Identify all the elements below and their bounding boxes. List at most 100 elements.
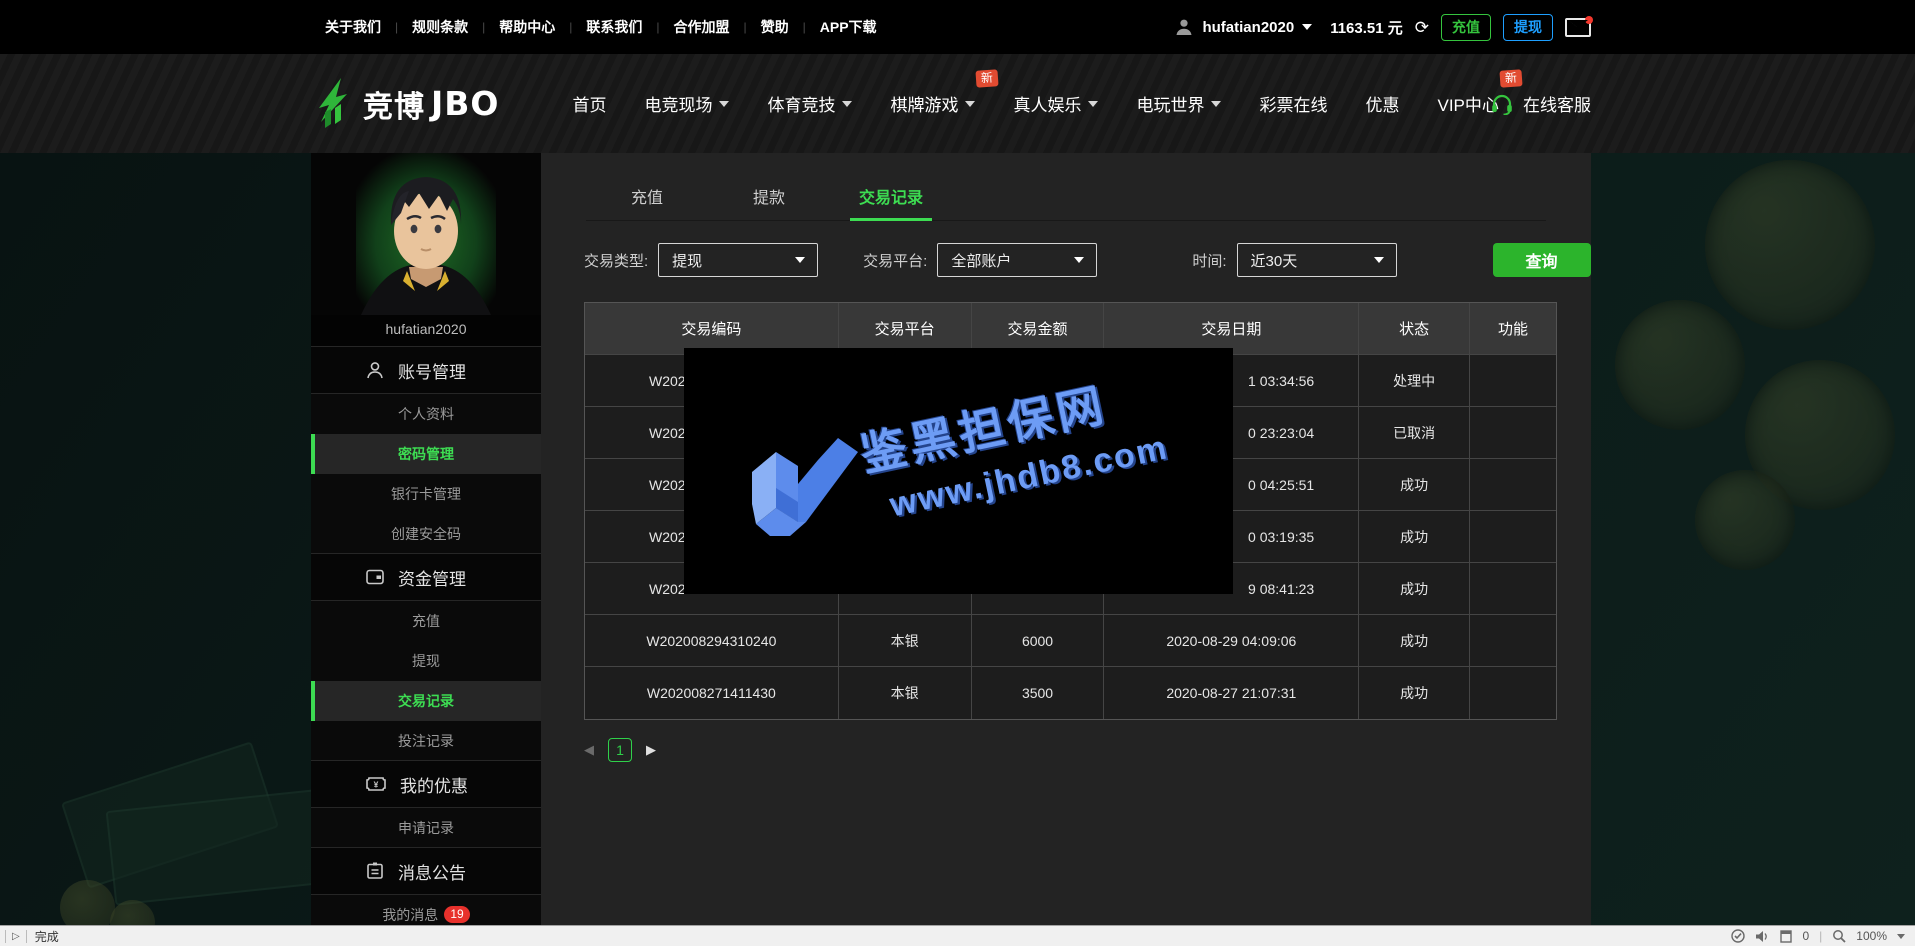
new-badge: 新 bbox=[1499, 69, 1522, 88]
sidebar-section-label: 资金管理 bbox=[398, 565, 466, 590]
sidebar-item-提现[interactable]: 提现 bbox=[311, 641, 541, 681]
speaker-icon[interactable] bbox=[1755, 930, 1770, 943]
filter-select[interactable]: 全部账户 bbox=[937, 243, 1097, 277]
table-cell: 成功 bbox=[1359, 511, 1470, 563]
nav-item-label: 电竞现场 bbox=[644, 91, 712, 116]
user-icon bbox=[365, 360, 385, 380]
notification-dot bbox=[1585, 16, 1593, 24]
check-circle-icon[interactable] bbox=[1731, 929, 1745, 943]
zoom-level: 100% bbox=[1856, 929, 1887, 943]
money-decor bbox=[61, 741, 279, 888]
sidebar-item-充值[interactable]: 充值 bbox=[311, 601, 541, 641]
nav-item-彩票在线[interactable]: 彩票在线 bbox=[1240, 81, 1346, 126]
status-play-icon: ▷ bbox=[5, 930, 27, 943]
chevron-down-icon bbox=[1074, 257, 1084, 263]
tab-提款[interactable]: 提款 bbox=[708, 175, 830, 220]
sidebar-item-银行卡管理[interactable]: 银行卡管理 bbox=[311, 474, 541, 514]
table-cell: 2020-08-27 21:07:31 bbox=[1104, 667, 1359, 719]
withdraw-button[interactable]: 提现 bbox=[1503, 14, 1553, 41]
sidebar-item-创建安全码[interactable]: 创建安全码 bbox=[311, 514, 541, 554]
coin-decor bbox=[1705, 160, 1875, 330]
next-page-arrow[interactable]: ▶ bbox=[646, 742, 656, 758]
topbar-link[interactable]: 联系我们 bbox=[572, 17, 656, 37]
browser-status-bar: ▷ 完成 0 | 100% bbox=[0, 925, 1915, 946]
sidebar-item-label: 投注记录 bbox=[398, 733, 454, 749]
topbar-link[interactable]: 帮助中心 bbox=[485, 17, 569, 37]
filter-select[interactable]: 近30天 bbox=[1237, 243, 1397, 277]
mail-icon[interactable] bbox=[1565, 18, 1591, 37]
table-cell bbox=[1470, 563, 1556, 615]
sidebar-item-label: 创建安全码 bbox=[391, 526, 461, 542]
nav-item-首页[interactable]: 首页 bbox=[553, 81, 625, 126]
zoom-magnifier-icon[interactable] bbox=[1832, 929, 1846, 943]
coin-decor bbox=[1695, 470, 1795, 570]
nav-item-label: 彩票在线 bbox=[1259, 91, 1327, 116]
sidebar-item-交易记录[interactable]: 交易记录 bbox=[311, 681, 541, 721]
nav-item-棋牌游戏[interactable]: 棋牌游戏新 bbox=[871, 81, 994, 126]
coin-decor bbox=[1615, 300, 1745, 430]
ticket-icon: ¥ bbox=[365, 774, 387, 794]
sidebar-section-label: 消息公告 bbox=[398, 859, 466, 884]
logo-text-en: JBO bbox=[431, 84, 499, 123]
sidebar-section-我的优惠[interactable]: ¥我的优惠 bbox=[311, 761, 541, 808]
nav-item-优惠[interactable]: 优惠 bbox=[1346, 81, 1418, 126]
table-row: W202008271411430本银35002020-08-27 21:07:3… bbox=[585, 667, 1556, 719]
watermark-overlay: 鉴黑担保网 www.jhdb8.com bbox=[684, 348, 1233, 594]
nav-item-label: 棋牌游戏 bbox=[890, 91, 958, 116]
topbar-link[interactable]: 赞助 bbox=[747, 17, 803, 37]
table-cell: 2020-08-29 04:09:06 bbox=[1104, 615, 1359, 667]
sidebar-item-投注记录[interactable]: 投注记录 bbox=[311, 721, 541, 761]
sidebar-section-账号管理[interactable]: 账号管理 bbox=[311, 347, 541, 394]
sidebar-section-资金管理[interactable]: 资金管理 bbox=[311, 554, 541, 601]
page-number[interactable]: 1 bbox=[608, 738, 632, 762]
recharge-button[interactable]: 充值 bbox=[1441, 14, 1491, 41]
topbar-links: 关于我们|规则条款|帮助中心|联系我们|合作加盟|赞助|APP下载 bbox=[311, 17, 891, 37]
query-button[interactable]: 查询 bbox=[1493, 243, 1591, 277]
sidebar-item-个人资料[interactable]: 个人资料 bbox=[311, 394, 541, 434]
filter-select[interactable]: 提现 bbox=[658, 243, 818, 277]
table-cell bbox=[1470, 511, 1556, 563]
nav-item-label: 体育竞技 bbox=[767, 91, 835, 116]
message-count-badge: 19 bbox=[444, 906, 469, 923]
table-cell: 本银 bbox=[839, 615, 972, 667]
table-cell: 成功 bbox=[1359, 667, 1470, 719]
avatar bbox=[311, 153, 541, 315]
nav-item-体育竞技[interactable]: 体育竞技 bbox=[748, 81, 871, 126]
sidebar-item-label: 申请记录 bbox=[398, 820, 454, 836]
record-tabs: 充值提款交易记录 bbox=[586, 175, 1546, 221]
sidebar-item-密码管理[interactable]: 密码管理 bbox=[311, 434, 541, 474]
tab-交易记录[interactable]: 交易记录 bbox=[830, 175, 952, 220]
blocked-popup-icon[interactable] bbox=[1780, 930, 1792, 943]
topbar-link[interactable]: 合作加盟 bbox=[660, 17, 744, 37]
topbar: 关于我们|规则条款|帮助中心|联系我们|合作加盟|赞助|APP下载 hufati… bbox=[0, 0, 1915, 54]
nav-item-真人娱乐[interactable]: 真人娱乐 bbox=[994, 81, 1117, 126]
topbar-link[interactable]: APP下载 bbox=[806, 17, 891, 37]
chevron-down-icon bbox=[1374, 257, 1384, 263]
nav-item-电竞现场[interactable]: 电竞现场 bbox=[625, 81, 748, 126]
filter-label: 时间: bbox=[1192, 250, 1226, 271]
chevron-down-icon bbox=[1088, 101, 1098, 107]
chevron-down-icon bbox=[1302, 24, 1312, 30]
user-menu[interactable]: hufatian2020 bbox=[1174, 17, 1312, 37]
refresh-icon[interactable]: ⟳ bbox=[1415, 19, 1429, 36]
zoom-dropdown-caret[interactable] bbox=[1897, 934, 1905, 939]
online-service[interactable]: 在线客服 bbox=[1490, 91, 1591, 116]
status-text: 完成 bbox=[35, 928, 59, 945]
main-navbar: 竞博JBO 首页电竞现场体育竞技棋牌游戏新真人娱乐电玩世界彩票在线优惠VIP中心… bbox=[0, 54, 1915, 153]
table-cell bbox=[1470, 667, 1556, 719]
prev-page-arrow[interactable]: ◀ bbox=[584, 742, 594, 758]
nav-item-电玩世界[interactable]: 电玩世界 bbox=[1117, 81, 1240, 126]
sidebar-section-消息公告[interactable]: 消息公告 bbox=[311, 848, 541, 895]
nav-item-label: 真人娱乐 bbox=[1013, 91, 1081, 116]
filter-select-value: 全部账户 bbox=[951, 250, 1011, 271]
table-cell: 成功 bbox=[1359, 459, 1470, 511]
table-cell bbox=[1470, 355, 1556, 407]
topbar-link[interactable]: 规则条款 bbox=[398, 17, 482, 37]
tab-充值[interactable]: 充值 bbox=[586, 175, 708, 220]
table-cell: 成功 bbox=[1359, 615, 1470, 667]
topbar-link[interactable]: 关于我们 bbox=[311, 17, 395, 37]
table-cell: 本银 bbox=[839, 667, 972, 719]
status-divider: | bbox=[1819, 929, 1822, 943]
site-logo[interactable]: 竞博JBO bbox=[311, 78, 499, 130]
sidebar-item-申请记录[interactable]: 申请记录 bbox=[311, 808, 541, 848]
